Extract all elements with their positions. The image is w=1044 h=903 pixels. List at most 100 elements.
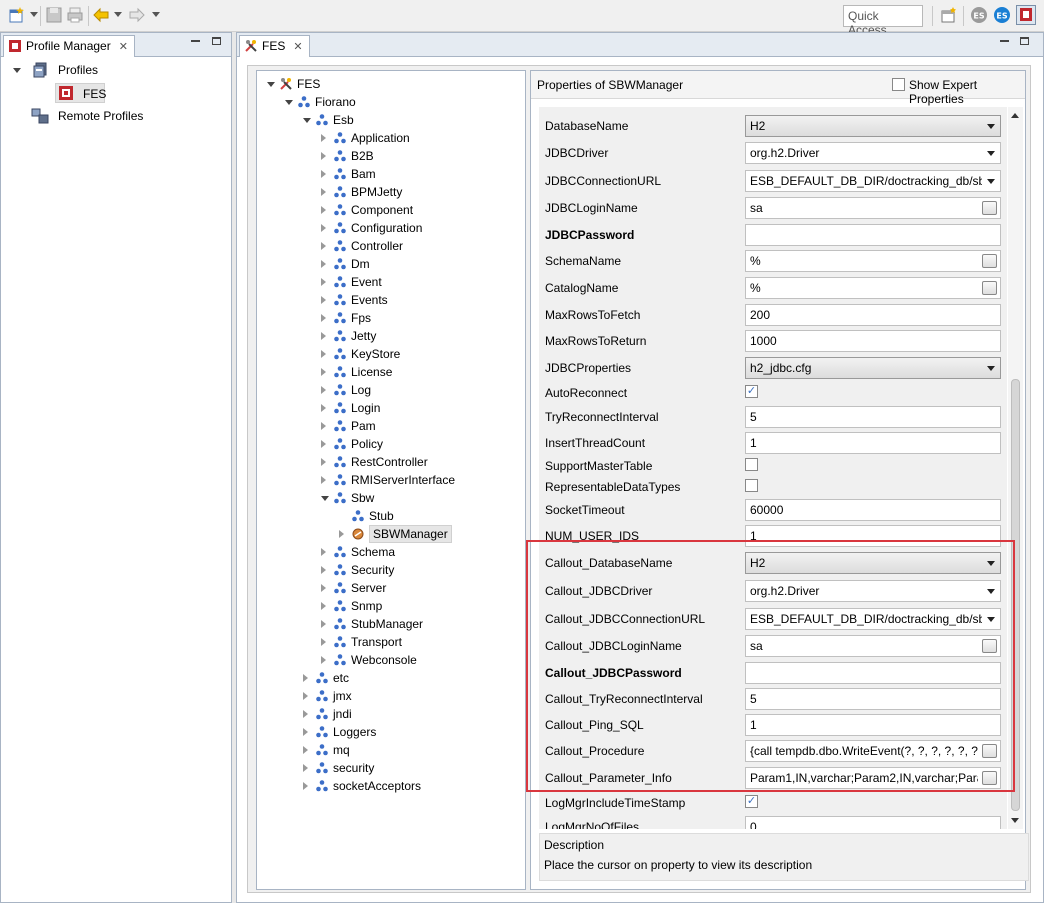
tree-node[interactable]: RestController — [321, 453, 517, 471]
edit-button[interactable] — [982, 639, 997, 653]
property-input[interactable]: sa — [745, 197, 1001, 219]
property-input[interactable]: % — [745, 277, 1001, 299]
back-arrow-icon[interactable] — [92, 6, 110, 24]
tree-node[interactable]: BPMJetty — [321, 183, 517, 201]
remote-profiles-node[interactable]: Remote Profiles — [29, 107, 229, 125]
expand-arrow-icon[interactable] — [339, 530, 344, 538]
expand-arrow-icon[interactable] — [321, 206, 326, 214]
tree-node[interactable]: Login — [321, 399, 517, 417]
maximize-icon[interactable] — [1020, 37, 1029, 45]
expand-arrow-icon[interactable] — [303, 782, 308, 790]
tree-node[interactable]: Snmp — [321, 597, 517, 615]
tree-node[interactable]: SBWManager — [339, 525, 517, 543]
tree-node[interactable]: Schema — [321, 543, 517, 561]
show-expert-properties-checkbox[interactable] — [892, 78, 905, 91]
back-dropdown-arrow[interactable] — [114, 12, 122, 17]
tree-node[interactable]: jndi — [303, 705, 517, 723]
chevron-down-icon[interactable] — [987, 179, 995, 184]
edit-button[interactable] — [982, 281, 997, 295]
scroll-up-arrow-icon[interactable] — [1011, 113, 1019, 118]
tree-node[interactable]: Stub — [339, 507, 517, 525]
expand-arrow-icon[interactable] — [321, 350, 326, 358]
collapse-arrow-icon[interactable] — [285, 100, 293, 105]
close-icon[interactable]: ✕ — [119, 40, 128, 53]
property-combo[interactable]: ESB_DEFAULT_DB_DIR/doctracking_db/sbw — [745, 170, 1001, 192]
edit-button[interactable] — [982, 771, 997, 785]
expand-arrow-icon[interactable] — [303, 674, 308, 682]
property-combo[interactable]: h2_jdbc.cfg — [745, 357, 1001, 379]
open-perspective-icon[interactable] — [940, 6, 958, 24]
collapse-arrow-icon[interactable] — [267, 82, 275, 87]
property-checkbox[interactable]: ✓ — [745, 385, 758, 398]
profiles-node[interactable]: Profiles — [13, 61, 213, 79]
tree-node[interactable]: Dm — [321, 255, 517, 273]
expand-arrow-icon[interactable] — [321, 332, 326, 340]
quick-access-input[interactable]: Quick Access — [843, 5, 923, 37]
property-input[interactable]: Param1,IN,varchar;Param2,IN,varchar;Para… — [745, 767, 1001, 789]
tree-node[interactable]: security — [303, 759, 517, 777]
tree-node[interactable]: Webconsole — [321, 651, 517, 669]
maximize-icon[interactable] — [212, 37, 221, 45]
tree-node[interactable]: jmx — [303, 687, 517, 705]
expand-arrow-icon[interactable] — [303, 728, 308, 736]
expand-arrow-icon[interactable] — [321, 278, 326, 286]
tree-node[interactable]: Fps — [321, 309, 517, 327]
property-input[interactable]: 5 — [745, 406, 1001, 428]
expand-arrow-icon[interactable] — [321, 386, 326, 394]
expand-arrow-icon[interactable] — [321, 566, 326, 574]
tree-node[interactable]: Policy — [321, 435, 517, 453]
expand-arrow-icon[interactable] — [321, 152, 326, 160]
expand-arrow-icon[interactable] — [321, 296, 326, 304]
expand-arrow-icon[interactable] — [321, 242, 326, 250]
profile-manager-tab[interactable]: Profile Manager ✕ — [3, 35, 135, 57]
property-combo[interactable]: org.h2.Driver — [745, 580, 1001, 602]
property-input[interactable] — [745, 662, 1001, 684]
tree-node[interactable]: FES — [267, 75, 517, 93]
property-scrollbar[interactable] — [1008, 107, 1023, 829]
tree-node[interactable]: Log — [321, 381, 517, 399]
property-input[interactable]: % — [745, 250, 1001, 272]
property-input[interactable]: sa — [745, 635, 1001, 657]
expand-arrow-icon[interactable] — [321, 170, 326, 178]
expand-arrow-icon[interactable] — [321, 260, 326, 268]
new-wizard-icon[interactable] — [8, 6, 26, 24]
expand-arrow-icon[interactable] — [321, 368, 326, 376]
es-perspective-blue-icon[interactable]: ES — [993, 6, 1011, 24]
tree-node[interactable]: Events — [321, 291, 517, 309]
edit-button[interactable] — [982, 201, 997, 215]
new-dropdown-arrow[interactable] — [30, 12, 38, 17]
tree-node[interactable]: RMIServerInterface — [321, 471, 517, 489]
tree-node[interactable]: Controller — [321, 237, 517, 255]
expand-arrow-icon[interactable] — [321, 476, 326, 484]
chevron-down-icon[interactable] — [987, 589, 995, 594]
tree-node[interactable]: Security — [321, 561, 517, 579]
property-checkbox[interactable] — [745, 479, 758, 492]
expand-arrow-icon[interactable] — [321, 134, 326, 142]
property-combo[interactable]: ESB_DEFAULT_DB_DIR/doctracking_db/sbw — [745, 608, 1001, 630]
property-input[interactable]: 1 — [745, 714, 1001, 736]
property-input[interactable]: 1 — [745, 525, 1001, 547]
fes-editor-tab[interactable]: FES ✕ — [239, 35, 310, 57]
expand-arrow-icon[interactable] — [321, 584, 326, 592]
chevron-down-icon[interactable] — [987, 366, 995, 371]
tree-node[interactable]: Event — [321, 273, 517, 291]
minimize-icon[interactable] — [1000, 40, 1009, 42]
property-input[interactable]: 200 — [745, 304, 1001, 326]
minimize-icon[interactable] — [191, 40, 200, 42]
expand-arrow-icon[interactable] — [321, 548, 326, 556]
save-icon[interactable] — [45, 6, 63, 24]
expand-arrow-icon[interactable] — [321, 404, 326, 412]
chevron-down-icon[interactable] — [987, 151, 995, 156]
chevron-down-icon[interactable] — [987, 124, 995, 129]
expand-arrow-icon[interactable] — [321, 422, 326, 430]
tree-node[interactable]: Bam — [321, 165, 517, 183]
forward-arrow-icon[interactable] — [128, 6, 146, 24]
property-input[interactable]: 0 — [745, 816, 1001, 829]
expand-arrow-icon[interactable] — [321, 638, 326, 646]
property-input[interactable] — [745, 224, 1001, 246]
expand-arrow-icon[interactable] — [321, 440, 326, 448]
tree-node[interactable]: License — [321, 363, 517, 381]
tree-node[interactable]: Configuration — [321, 219, 517, 237]
fes-profile-node[interactable]: FES — [55, 83, 106, 103]
expand-arrow-icon[interactable] — [303, 746, 308, 754]
